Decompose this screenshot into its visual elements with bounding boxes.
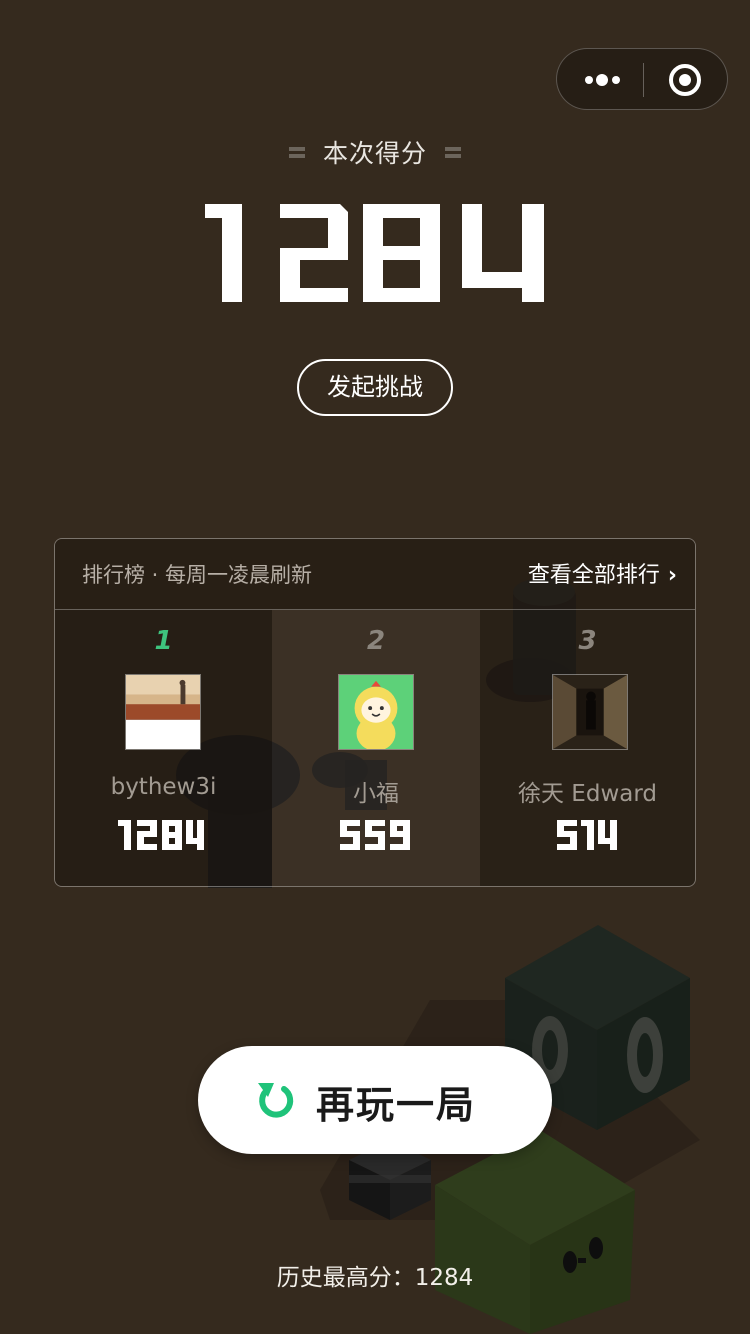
rank-number: 2 (366, 626, 386, 656)
miniprogram-capsule (556, 48, 728, 110)
player-score (340, 820, 410, 850)
player-score (118, 820, 204, 850)
avatar (338, 674, 414, 750)
play-again-button[interactable]: 再玩一局 (198, 1046, 552, 1154)
player-name: 小福 (353, 781, 399, 807)
leaderboard-entry[interactable]: 1 bythew3i (55, 610, 272, 886)
decorative-bars-left (288, 144, 305, 161)
decorative-bars-right (445, 144, 461, 161)
leaderboard-entry[interactable]: 3 徐天 Edward (480, 610, 695, 886)
capsule-divider (643, 63, 644, 97)
avatar (552, 674, 628, 750)
challenge-button[interactable]: 发起挑战 (297, 359, 453, 416)
current-score (205, 204, 544, 302)
score-label: 本次得分 (0, 134, 750, 170)
play-again-label: 再玩一局 (316, 1083, 477, 1127)
avatar (125, 674, 201, 750)
leaderboard-title: 排行榜 · 每周一凌晨刷新 (82, 563, 313, 587)
best-score-text: 历史最高分：1284 (276, 1265, 474, 1291)
player-name: bythew3i (110, 774, 217, 800)
chevron-right-icon: › (667, 563, 677, 588)
leaderboard: 排行榜 · 每周一凌晨刷新 查看全部排行 › 1 bythew3i 2 小福 3… (54, 538, 696, 887)
player-score (557, 820, 617, 850)
player-name: 徐天 Edward (518, 781, 657, 807)
view-all-rankings-link[interactable]: 查看全部排行 › (528, 557, 677, 589)
leaderboard-header: 排行榜 · 每周一凌晨刷新 查看全部排行 › (55, 539, 695, 610)
more-dots-icon[interactable] (583, 67, 623, 93)
leaderboard-entry[interactable]: 2 小福 (272, 610, 480, 886)
refresh-icon (258, 1083, 294, 1118)
rank-number: 3 (578, 626, 597, 656)
rank-number: 1 (154, 626, 173, 656)
target-close-icon[interactable] (668, 63, 702, 97)
